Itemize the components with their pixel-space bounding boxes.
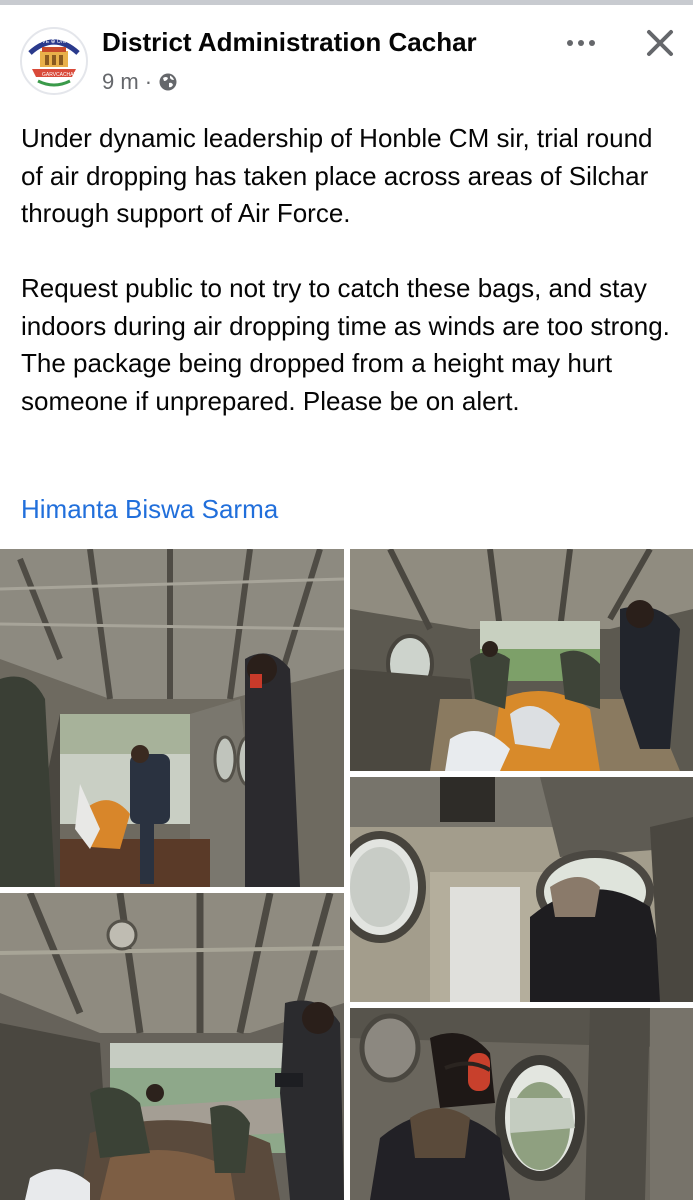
more-options-button[interactable] <box>560 27 602 59</box>
close-icon <box>647 30 673 56</box>
district-logo-icon: LOVE ⊕ UNITY GARV CACHAR <box>24 31 84 91</box>
post-timestamp[interactable]: 9 m <box>102 69 139 95</box>
photo-relief-bags-at-open-ramp[interactable] <box>0 893 344 1200</box>
svg-text:LOVE ⊕ UNITY: LOVE ⊕ UNITY <box>35 39 74 45</box>
photo-woman-with-ear-protection-at-window[interactable] <box>350 1008 693 1200</box>
photo-crew-pushing-relief-bags[interactable] <box>350 549 693 771</box>
page-name-link[interactable]: District Administration Cachar <box>102 27 477 58</box>
svg-text:GARV: GARV <box>42 72 57 78</box>
globe-icon <box>159 73 177 91</box>
post-meta: 9 m · <box>102 69 178 95</box>
close-button[interactable] <box>640 23 680 63</box>
photo-helicopter-cabin-rear-door[interactable] <box>0 549 344 887</box>
svg-text:CACHAR: CACHAR <box>56 72 78 78</box>
post-paragraph: Under dynamic leadership of Honble CM si… <box>21 123 653 228</box>
post-header: LOVE ⊕ UNITY GARV CACHAR District Admini… <box>0 5 693 105</box>
page-avatar[interactable]: LOVE ⊕ UNITY GARV CACHAR <box>20 27 88 95</box>
mention-link[interactable]: Himanta Biswa Sarma <box>21 494 278 525</box>
photo-person-at-porthole-window[interactable] <box>350 777 693 1002</box>
post-body: Under dynamic leadership of Honble CM si… <box>21 120 681 420</box>
meta-separator: · <box>144 69 153 94</box>
more-dots-icon <box>567 40 595 46</box>
post-paragraph: Request public to not try to catch these… <box>21 273 670 416</box>
